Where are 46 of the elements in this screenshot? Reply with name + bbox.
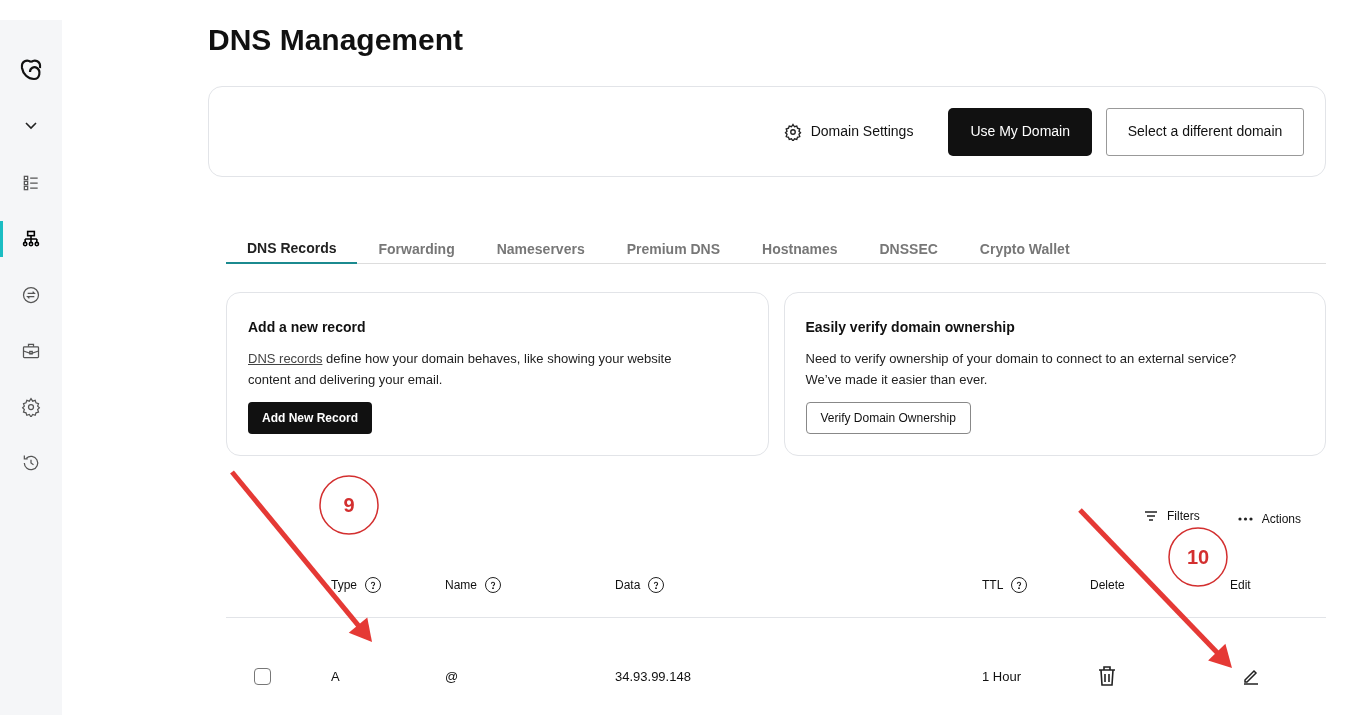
table-cell: 34.93.99.148: [615, 669, 691, 684]
row-checkbox[interactable]: [254, 667, 271, 685]
column-header: Name: [445, 577, 477, 594]
filter-icon: [1143, 511, 1158, 521]
table-cell: @: [445, 669, 459, 684]
annotation-number: 9: [343, 493, 355, 517]
column-header: TTL: [982, 577, 1004, 594]
annotation-circle: [319, 475, 379, 535]
card-description: Need to verify ownership of your domain to connect to an external service? We’ve made it easier than ever.: [805, 350, 1238, 389]
nav-item[interactable]: [21, 453, 41, 473]
tab[interactable]: Premium DNS: [605, 235, 742, 264]
table-cell: 1 Hour: [982, 669, 1022, 684]
nav-item[interactable]: [21, 285, 41, 305]
filters-button[interactable]: Filters: [1143, 507, 1200, 525]
tab[interactable]: Nameservers: [475, 235, 606, 264]
page-title: DNS Management: [208, 22, 464, 58]
column-header: Edit: [1230, 577, 1251, 594]
column-header: Delete: [1090, 577, 1125, 594]
tab[interactable]: DNS Records: [226, 235, 358, 264]
annotation-number: 10: [1186, 545, 1210, 569]
select-domain-button[interactable]: Select a different domain: [1106, 107, 1304, 156]
actions-button[interactable]: Actions: [1237, 509, 1301, 528]
more-icon: [1237, 516, 1253, 521]
column-header: Data: [615, 577, 641, 594]
nav-item[interactable]: [21, 173, 41, 193]
verify-ownership-button[interactable]: Verify Domain Ownership: [805, 402, 971, 434]
use-my-domain-button[interactable]: Use My Domain: [948, 107, 1092, 156]
nav-item[interactable]: [21, 229, 41, 249]
settings-icon: [783, 122, 802, 141]
nav-item[interactable]: [21, 397, 41, 417]
tab[interactable]: Hostnames: [741, 235, 859, 264]
column-header: Type: [331, 577, 357, 594]
tab[interactable]: Crypto Wallet: [958, 235, 1091, 264]
edit-icon[interactable]: [1242, 667, 1260, 685]
tab[interactable]: DNSSEC: [858, 235, 959, 264]
domain-settings-link[interactable]: Domain Settings: [783, 121, 914, 142]
table-cell: A: [331, 669, 340, 684]
dns-records-link[interactable]: DNS records: [248, 351, 323, 366]
add-record-button[interactable]: Add New Record: [248, 402, 372, 434]
card-title: Add a new record: [248, 318, 367, 335]
nav-item[interactable]: [21, 341, 41, 361]
card-title: Easily verify domain ownership: [805, 318, 1016, 335]
card-description: DNS records define how your domain behaves, like showing your website content and delivering your email.: [248, 350, 673, 389]
tab[interactable]: Forwarding: [357, 235, 476, 264]
delete-icon[interactable]: [1098, 666, 1116, 686]
annotation-circle: [1168, 527, 1228, 587]
